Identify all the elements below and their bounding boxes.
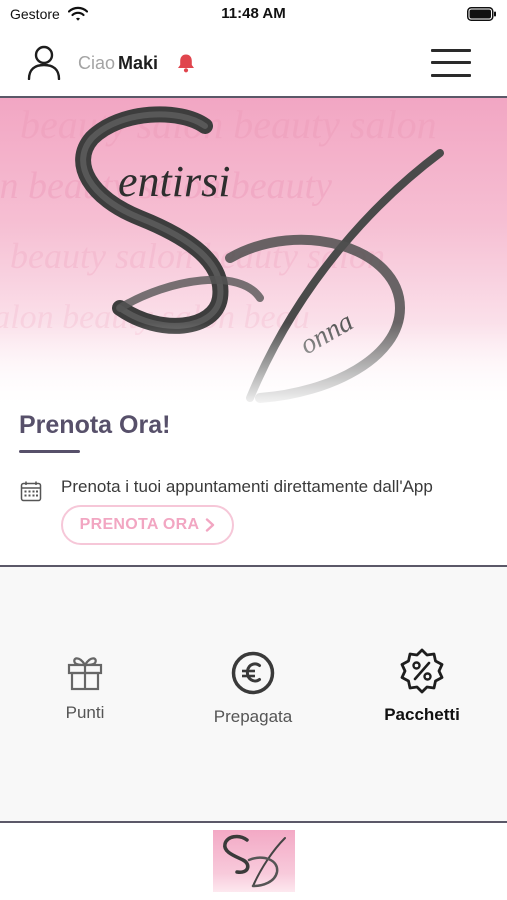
status-bar: Gestore 11:48 AM: [0, 0, 507, 30]
salon-logo: beauty salon beauty salon lon beauty sal…: [0, 98, 507, 410]
calendar-icon: [20, 481, 42, 502]
euro-icon: [231, 651, 275, 695]
feature-punti[interactable]: Punti: [10, 651, 160, 723]
hero-banner: beauty salon beauty salon lon beauty sal…: [0, 98, 507, 410]
gift-icon: [67, 657, 103, 691]
feature-pacchetti[interactable]: Pacchetti: [347, 647, 497, 725]
footer-divider: [0, 821, 507, 823]
feature-label: Prepagata: [213, 707, 293, 726]
booking-title: Prenota Ora!: [19, 411, 171, 439]
user-icon[interactable]: [27, 44, 61, 80]
chevron-right-icon: [206, 518, 215, 532]
app-header: Ciao Maki: [0, 34, 507, 96]
book-now-button[interactable]: PRENOTA ORA: [61, 505, 234, 545]
footer-bar: [0, 824, 507, 900]
feature-prepagata[interactable]: Prepagata: [178, 651, 328, 727]
title-underline: [19, 450, 80, 453]
book-now-label: PRENOTA ORA: [79, 516, 200, 533]
feature-label: Pacchetti: [384, 705, 460, 724]
footer-logo-mark: [223, 834, 286, 888]
booking-description: Prenota i tuoi appuntamenti direttamente…: [61, 477, 433, 496]
status-time: 11:48 AM: [221, 5, 286, 22]
menu-icon[interactable]: [431, 49, 471, 79]
footer-logo[interactable]: [213, 830, 295, 892]
battery-icon: [467, 7, 496, 21]
discount-badge-icon: [400, 648, 444, 694]
bell-icon[interactable]: [175, 52, 197, 74]
greeting-text: Ciao: [78, 53, 116, 73]
feature-label: Punti: [65, 703, 105, 722]
user-name: Maki: [118, 53, 159, 73]
features-panel: Punti Prepagata Pacchetti: [0, 567, 507, 821]
